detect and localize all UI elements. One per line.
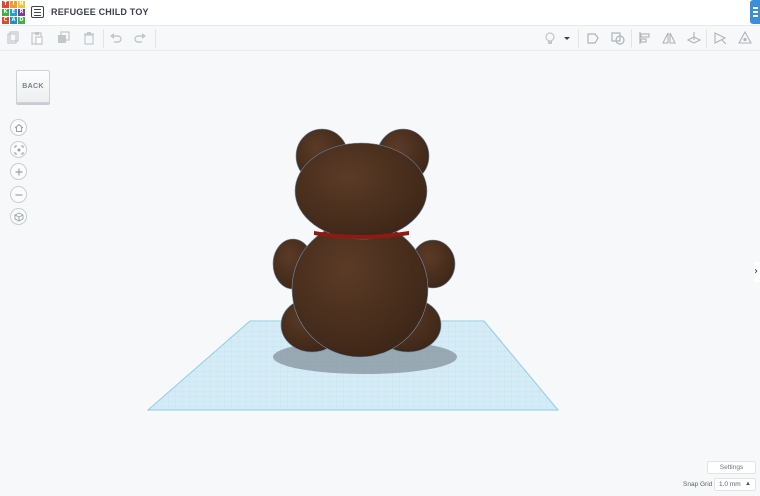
toolbar-separator: [706, 29, 707, 48]
3d-viewport[interactable]: BACK ›: [0, 51, 760, 496]
delete-icon[interactable]: [80, 29, 98, 47]
toolbar: [0, 26, 760, 51]
align-icon[interactable]: [636, 29, 654, 47]
toolbar-separator: [578, 29, 579, 48]
mirror-icon[interactable]: [660, 29, 678, 47]
logo-letter: E: [10, 9, 17, 16]
home-view-icon[interactable]: [10, 119, 27, 136]
dropdown-arrow-icon[interactable]: [562, 29, 572, 47]
workplane-icon[interactable]: [685, 29, 703, 47]
notes-icon[interactable]: [736, 29, 754, 47]
light-bulb-icon[interactable]: [541, 29, 559, 47]
zoom-out-icon[interactable]: [10, 186, 27, 203]
copy-icon[interactable]: [4, 29, 22, 47]
redo-icon[interactable]: [131, 29, 149, 47]
toolbar-separator: [155, 29, 156, 48]
undo-icon[interactable]: [107, 29, 125, 47]
menu-tab-icon[interactable]: [750, 0, 760, 24]
logo-letter: T: [2, 1, 9, 8]
title-bar: TIN KER CAD REFUGEE CHILD TOY: [0, 0, 760, 26]
teddy-bear-model[interactable]: [272, 128, 456, 358]
duplicate-icon[interactable]: [55, 29, 73, 47]
perspective-icon[interactable]: [10, 208, 27, 225]
design-title[interactable]: REFUGEE CHILD TOY: [51, 7, 149, 17]
logo-letter: N: [18, 1, 25, 8]
zoom-in-icon[interactable]: [10, 163, 27, 180]
paste-icon[interactable]: [28, 29, 46, 47]
panel-toggle[interactable]: ›: [754, 262, 760, 282]
logo-letter: R: [18, 9, 25, 16]
logo-letter: A: [10, 17, 17, 24]
tinkercad-logo[interactable]: TIN KER CAD: [2, 1, 25, 24]
snap-grid-label: Snap Grid: [683, 481, 713, 488]
shape-icon[interactable]: [584, 29, 602, 47]
design-list-icon[interactable]: [31, 6, 44, 18]
settings-button[interactable]: Settings: [707, 461, 756, 474]
tinkercad-editor: TIN KER CAD REFUGEE CHILD TOY BACK › Setti…: [0, 0, 760, 496]
logo-letter: D: [18, 17, 25, 24]
fit-view-icon[interactable]: [10, 141, 27, 158]
back-view-button[interactable]: BACK: [16, 70, 50, 103]
snap-grid-select[interactable]: 1.0 mm ▲: [714, 478, 756, 491]
logo-letter: K: [2, 9, 9, 16]
ruler-icon[interactable]: [711, 29, 729, 47]
logo-letter: C: [2, 17, 9, 24]
group-icon[interactable]: [609, 29, 627, 47]
chevron-up-icon: ▲: [745, 481, 751, 487]
toolbar-separator: [631, 29, 632, 48]
scene-render: [146, 128, 560, 411]
toolbar-separator: [103, 29, 104, 48]
snap-grid-value: 1.0 mm: [719, 481, 741, 488]
chevron-right-icon: ›: [754, 266, 758, 277]
logo-letter: I: [10, 1, 17, 8]
